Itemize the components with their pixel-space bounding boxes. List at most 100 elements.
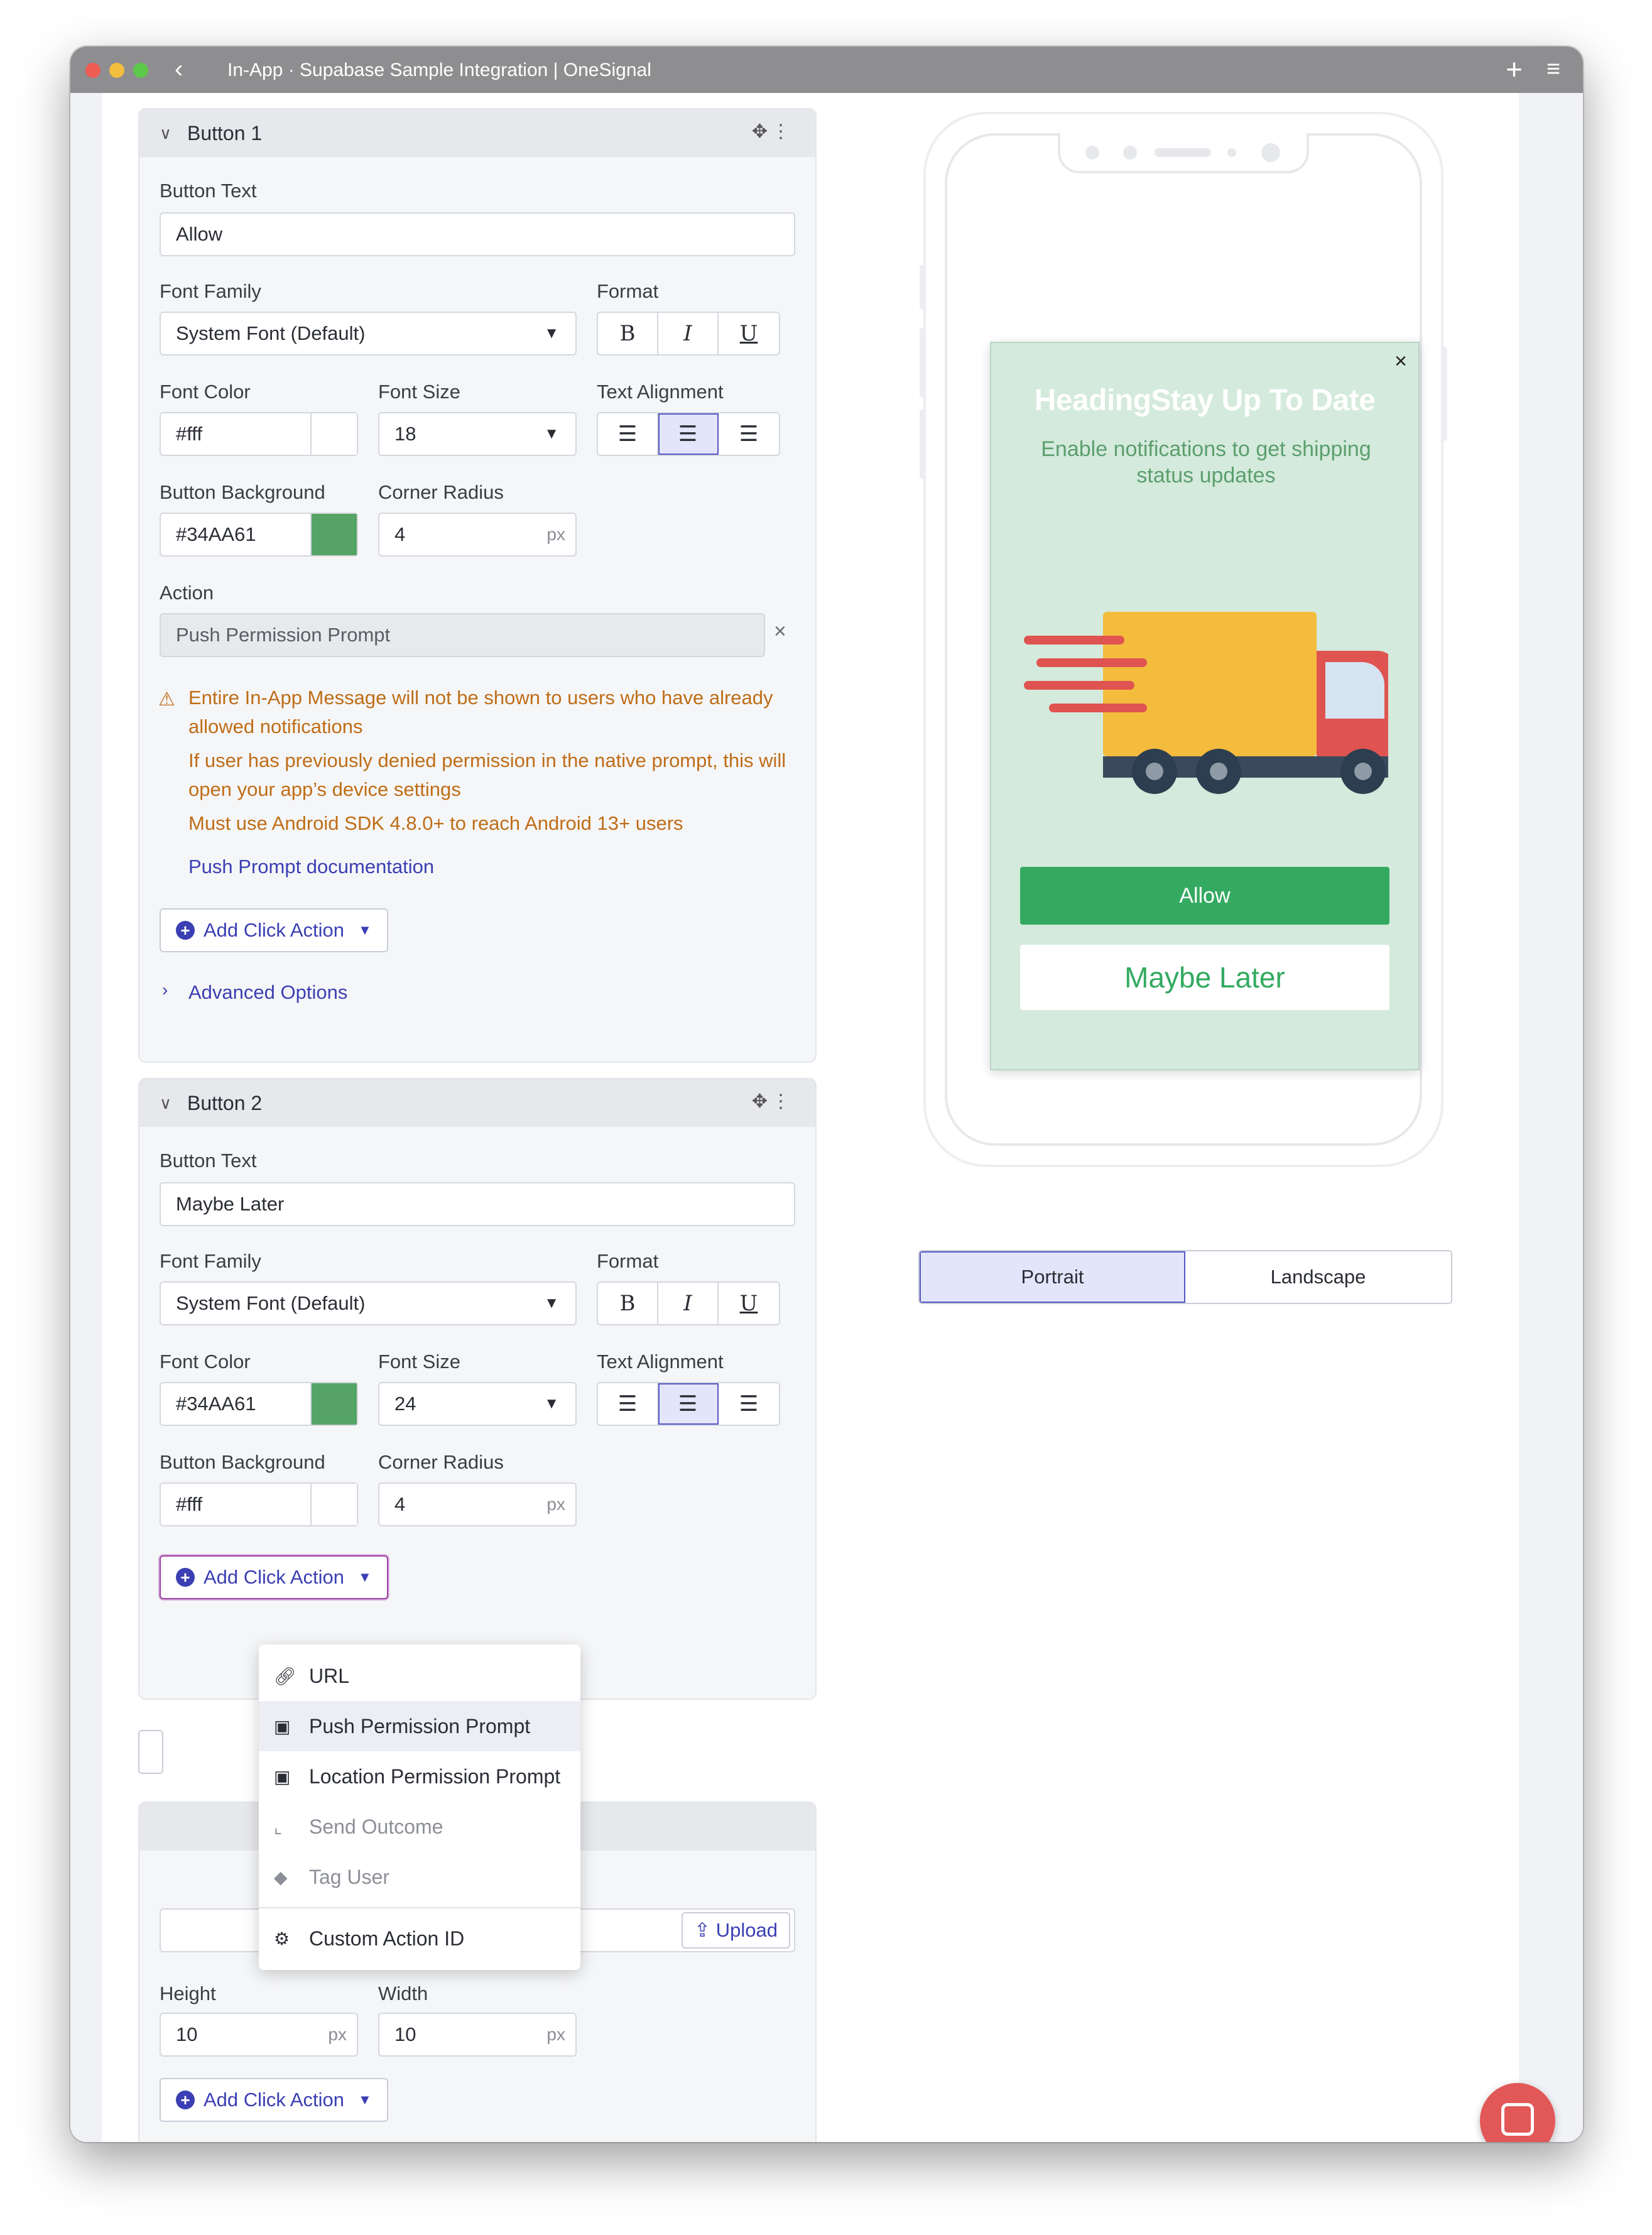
action-label: Action: [160, 582, 214, 604]
add-click-action-label: Add Click Action: [204, 919, 344, 941]
phone-side-button: [920, 410, 925, 479]
corner-radius-input[interactable]: 4 px: [378, 513, 577, 557]
height-input[interactable]: 10 px: [160, 2013, 358, 2057]
align-center-icon[interactable]: ☰: [658, 1383, 719, 1425]
link-icon: 🔗︎: [274, 1666, 296, 1686]
button-2-header[interactable]: ∨ Button 2 ✥⋮: [139, 1079, 815, 1127]
text-alignment-label: Text Alignment: [597, 1351, 724, 1373]
notch-dot: [1085, 146, 1099, 160]
maximize-window-button[interactable]: [133, 63, 148, 78]
font-color-swatch[interactable]: [310, 413, 357, 455]
advanced-options-toggle[interactable]: Advanced Options: [188, 981, 347, 1004]
align-right-icon[interactable]: ☰: [719, 1383, 779, 1425]
width-label: Width: [378, 1982, 428, 2004]
menu-item-send-outcome[interactable]: ⌞ Send Outcome: [259, 1802, 580, 1852]
button-background-value: #34AA61: [176, 523, 256, 545]
align-left-icon[interactable]: ☰: [598, 413, 658, 455]
move-kebab-icon[interactable]: ✥⋮: [752, 121, 794, 143]
chart-icon: ⌞: [274, 1817, 283, 1837]
phone-side-button: [920, 265, 925, 309]
plus-circle-icon: +: [176, 1568, 195, 1587]
dropdown-arrow-icon: ▼: [544, 1295, 559, 1312]
chevron-left-icon[interactable]: ‹: [175, 54, 183, 84]
font-size-select[interactable]: 18 ▼: [378, 412, 577, 456]
underline-button[interactable]: U: [719, 1283, 779, 1324]
button-text-label: Button Text: [160, 1150, 257, 1172]
hamburger-icon[interactable]: ≡: [1546, 54, 1560, 84]
italic-button[interactable]: I: [658, 313, 719, 354]
add-click-action-button[interactable]: + Add Click Action ▼: [160, 1555, 388, 1599]
tag-icon: ◆: [274, 1867, 288, 1887]
push-prompt-doc-link[interactable]: Push Prompt documentation: [188, 856, 434, 878]
minimize-window-button[interactable]: [109, 63, 124, 78]
button-background-value: #fff: [176, 1493, 202, 1515]
format-label: Format: [597, 280, 659, 302]
menu-item-push-permission[interactable]: ▣ Push Permission Prompt: [259, 1701, 580, 1751]
plus-icon[interactable]: +: [1506, 53, 1523, 85]
warning-android-sdk: Must use Android SDK 4.8.0+ to reach And…: [188, 812, 683, 834]
plus-circle-icon: +: [176, 921, 195, 940]
notch-camera: [1261, 143, 1280, 162]
remove-action-icon[interactable]: ×: [774, 619, 786, 644]
delivery-truck-icon: [1024, 612, 1388, 794]
bold-button[interactable]: B: [598, 313, 658, 354]
move-kebab-icon[interactable]: ✥⋮: [752, 1090, 794, 1112]
button-background-swatch[interactable]: [310, 514, 357, 555]
add-click-action-button[interactable]: + Add Click Action ▼: [160, 2078, 388, 2122]
unit-suffix: px: [328, 2025, 347, 2044]
menu-divider: [259, 1907, 580, 1908]
format-buttons: B I U: [597, 312, 780, 356]
upload-button[interactable]: ⇪ Upload: [682, 1912, 790, 1949]
close-icon[interactable]: ×: [1394, 349, 1407, 374]
close-window-button[interactable]: [85, 63, 101, 78]
menu-item-url[interactable]: 🔗︎ URL: [259, 1651, 580, 1701]
font-family-select[interactable]: System Font (Default) ▼: [160, 312, 577, 356]
button-text-input[interactable]: Maybe Later: [160, 1182, 795, 1226]
button-text-label: Button Text: [160, 180, 257, 202]
font-family-label: Font Family: [160, 280, 261, 302]
button-background-swatch[interactable]: [310, 1484, 357, 1525]
italic-button[interactable]: I: [658, 1283, 719, 1324]
menu-item-tag-user[interactable]: ◆ Tag User: [259, 1852, 580, 1902]
button-background-input[interactable]: #34AA61: [160, 513, 358, 557]
align-center-icon[interactable]: ☰: [658, 413, 719, 455]
menu-item-label: Location Permission Prompt: [309, 1765, 561, 1788]
chat-bubble-icon: [1501, 2103, 1534, 2136]
upload-label: Upload: [715, 1919, 778, 1941]
font-color-swatch[interactable]: [310, 1383, 357, 1425]
font-color-input[interactable]: #fff: [160, 412, 358, 456]
chevron-right-icon[interactable]: ›: [162, 980, 168, 1000]
editor-page: ∨ Button 1 ✥⋮ Button Text Allow Font Fam…: [102, 93, 1519, 2142]
font-size-select[interactable]: 24 ▼: [378, 1382, 577, 1426]
portrait-button[interactable]: Portrait: [920, 1251, 1185, 1303]
button-1-header[interactable]: ∨ Button 1 ✥⋮: [139, 109, 815, 157]
preview-allow-button[interactable]: Allow: [1020, 867, 1389, 925]
underline-button[interactable]: U: [719, 313, 779, 354]
bold-button[interactable]: B: [598, 1283, 658, 1324]
align-right-icon[interactable]: ☰: [719, 413, 779, 455]
menu-item-custom-action-id[interactable]: ⚙ Custom Action ID: [259, 1913, 580, 1964]
corner-radius-input[interactable]: 4 px: [378, 1482, 577, 1526]
chevron-down-icon[interactable]: ∨: [160, 1094, 187, 1113]
menu-item-location-permission[interactable]: ▣ Location Permission Prompt: [259, 1751, 580, 1802]
format-buttons: B I U: [597, 1281, 780, 1325]
landscape-button[interactable]: Landscape: [1185, 1251, 1451, 1303]
font-size-label: Font Size: [378, 381, 460, 403]
dropdown-arrow-icon: ▼: [544, 425, 559, 442]
upload-icon: ⇪: [694, 1919, 716, 1941]
font-family-select[interactable]: System Font (Default) ▼: [160, 1281, 577, 1325]
menu-item-label: Send Outcome: [309, 1815, 443, 1838]
dropdown-arrow-icon: ▼: [358, 1569, 372, 1585]
preview-maybe-later-button[interactable]: Maybe Later: [1020, 945, 1389, 1010]
add-element-button[interactable]: [138, 1730, 163, 1774]
font-color-label: Font Color: [160, 1351, 251, 1373]
button-background-input[interactable]: #fff: [160, 1482, 358, 1526]
align-left-icon[interactable]: ☰: [598, 1383, 658, 1425]
chevron-down-icon[interactable]: ∨: [160, 124, 187, 143]
panel-title: Button 2: [187, 1091, 263, 1114]
dropdown-arrow-icon: ▼: [544, 325, 559, 342]
button-text-input[interactable]: Allow: [160, 212, 795, 256]
font-color-input[interactable]: #34AA61: [160, 1382, 358, 1426]
width-input[interactable]: 10 px: [378, 2013, 577, 2057]
add-click-action-button[interactable]: + Add Click Action ▼: [160, 908, 388, 952]
